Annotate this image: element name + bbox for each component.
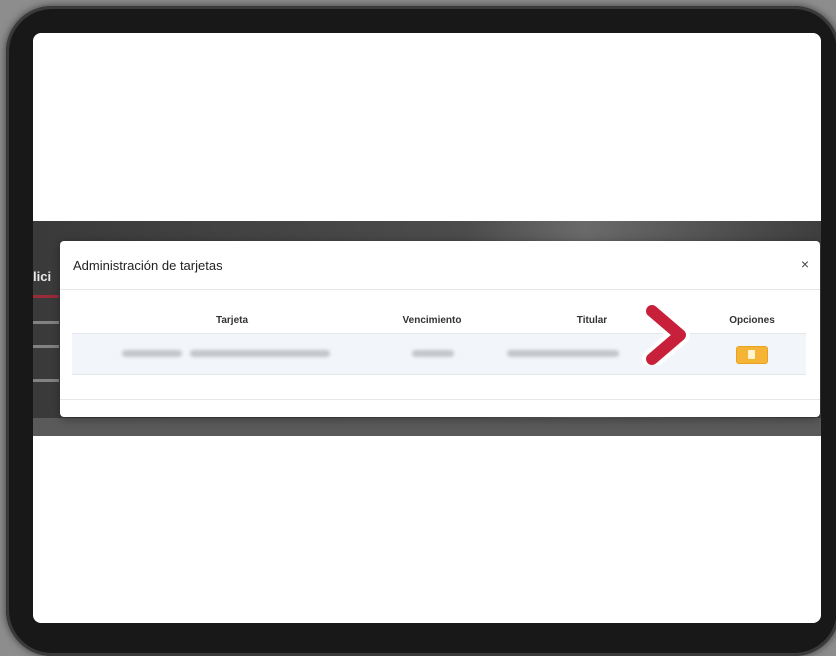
background-link — [33, 295, 59, 298]
background-text-line — [33, 379, 59, 382]
card-number-blurred — [122, 350, 182, 357]
edit-card-button[interactable] — [736, 346, 768, 364]
modal-header: Administración de tarjetas × — [60, 241, 820, 290]
cards-admin-modal: Administración de tarjetas × Tarjeta Ven… — [60, 241, 820, 417]
background-page-heading: lici — [33, 269, 52, 284]
pencil-icon — [748, 350, 755, 359]
background-text-line — [33, 321, 59, 324]
close-icon[interactable]: × — [796, 255, 814, 273]
modal-divider — [60, 399, 820, 400]
column-header-holder: Titular — [576, 315, 608, 326]
chevron-right-icon — [642, 305, 690, 365]
background-page-footer — [33, 418, 821, 436]
column-header-card: Tarjeta — [215, 315, 249, 326]
table-row — [72, 333, 806, 375]
expiration-blurred — [412, 350, 454, 357]
table-header: Tarjeta Vencimiento Titular Opciones — [72, 309, 806, 333]
card-name-blurred — [190, 350, 330, 357]
column-header-expiration: Vencimiento — [402, 315, 462, 326]
cards-table: Tarjeta Vencimiento Titular Opciones — [72, 309, 806, 375]
modal-title: Administración de tarjetas — [73, 258, 223, 273]
column-header-options: Opciones — [729, 315, 775, 326]
background-text-line — [33, 345, 59, 348]
holder-blurred — [507, 350, 619, 357]
tablet-screen: lici Administración de tarjetas × Tarjet… — [33, 33, 821, 623]
